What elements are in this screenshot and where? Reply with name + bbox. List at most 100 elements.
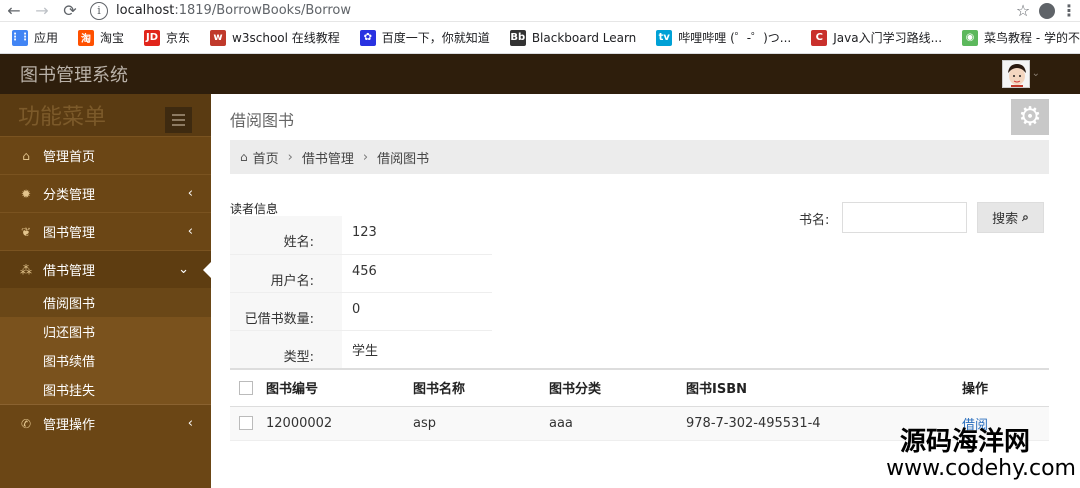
bookmark-item[interactable]: w w3school 在线教程 (210, 29, 340, 46)
back-arrow-icon[interactable]: ← (0, 0, 28, 22)
reader-row: 用户名: 456 (230, 254, 492, 293)
bookmark-label: Blackboard Learn (531, 30, 637, 45)
breadcrumb-home[interactable]: 首页 (253, 148, 279, 167)
sidebar-subitem-renew-book[interactable]: 图书续借 (0, 346, 211, 375)
table-header-row: 图书编号 图书名称 图书分类 图书ISBN 操作 (230, 368, 1049, 407)
reader-row: 已借书数量: 0 (230, 292, 492, 331)
bookmark-item[interactable]: tv 哔哩哔哩 (゜-゜)つ... (656, 29, 791, 46)
sidebar-subitem-return-book[interactable]: 归还图书 (0, 317, 211, 346)
sidebar-item-label: 借书管理 (43, 264, 96, 279)
app-header: 图书管理系统 ⌄ (0, 54, 1080, 94)
page-title: 借阅图书 (230, 111, 295, 130)
bookmark-label: Java入门学习路线... (833, 31, 943, 45)
bilibili-icon: tv (656, 29, 673, 46)
bookmark-label: 菜鸟教程 - 学的不... (984, 31, 1080, 45)
bookmark-item[interactable]: ✿ 百度一下，你就知道 (359, 29, 490, 46)
column-header: 操作 (962, 368, 1049, 407)
home-icon: ⌂ (22, 148, 30, 163)
book-category-cell: aaa (549, 406, 686, 441)
bookmark-item[interactable]: ◉ 菜鸟教程 - 学的不... (962, 29, 1080, 46)
sidebar-item-home[interactable]: ⌂ 管理首页 (0, 136, 211, 174)
row-checkbox[interactable] (239, 416, 253, 430)
reader-key: 用户名: (270, 273, 314, 289)
csdn-icon: C (811, 29, 828, 46)
runoob-icon: ◉ (962, 29, 979, 46)
book-name-cell: asp (413, 406, 549, 441)
breadcrumb-separator: › (287, 149, 293, 165)
sidebar-item-books[interactable]: ❦ 图书管理 ‹ (0, 212, 211, 250)
reader-info-label: 读者信息 (230, 202, 279, 216)
baidu-paw-icon: ✿ (359, 29, 376, 46)
app-title: 图书管理系统 (20, 65, 128, 86)
reader-key: 姓名: (283, 235, 314, 251)
sidebar-subitem-report-lost[interactable]: 图书挂失 (0, 375, 211, 404)
bookmark-star-icon[interactable]: ☆ (1010, 1, 1036, 20)
sidebar-item-label: 分类管理 (43, 188, 96, 203)
jd-icon: JD (144, 29, 161, 46)
column-header: 图书编号 (266, 368, 413, 407)
bookmark-label: 百度一下，你就知道 (381, 31, 490, 45)
column-header: 图书ISBN (686, 368, 962, 407)
forward-arrow-icon[interactable]: → (28, 0, 56, 22)
w3school-icon: w (210, 29, 227, 46)
watermark-line2: www.codehy.com (886, 456, 1076, 481)
sidebar-item-admin[interactable]: ✆ 管理操作 ‹ (0, 404, 211, 442)
leaf-icon: ❦ (20, 224, 32, 239)
site-info-icon[interactable]: i (90, 1, 108, 20)
sidebar-item-category[interactable]: ✹ 分类管理 ‹ (0, 174, 211, 212)
chevron-left-icon: ‹ (187, 186, 193, 201)
reader-info-table: 姓名: 123 用户名: 456 已借书数量: 0 类型: 学生 (230, 216, 492, 369)
search-button[interactable]: 搜索 ⌕ (977, 202, 1044, 233)
url-field[interactable]: i localhost:1819/BorrowBooks/Borrow (90, 1, 1010, 21)
reader-row: 姓名: 123 (230, 216, 492, 255)
bookmark-item[interactable]: Bb Blackboard Learn (509, 29, 637, 46)
bookmark-item[interactable]: JD 京东 (144, 29, 190, 46)
reader-row: 类型: 学生 (230, 330, 492, 369)
bookmark-item[interactable]: 淘淘宝 (78, 29, 124, 46)
reload-icon[interactable]: ⟳ (56, 0, 84, 22)
taobao-icon: 淘 (78, 29, 95, 46)
book-id-cell: 12000002 (266, 406, 413, 441)
browser-menu-icon[interactable]: ⋮ (1058, 1, 1080, 20)
watermark: 源码海洋网 www.codehy.com (886, 428, 1076, 482)
url-path: :1819/BorrowBooks/Borrow (174, 3, 351, 18)
breadcrumb: ⌂ 首页 › 借书管理 › 借阅图书 (230, 140, 1049, 174)
reader-value: 456 (342, 254, 492, 293)
settings-gear-button[interactable]: ⚙ (1011, 99, 1049, 135)
chevron-down-icon[interactable]: ⌄ (1032, 68, 1040, 79)
blackboard-icon: Bb (509, 29, 526, 46)
bookmark-item[interactable]: C Java入门学习路线... (811, 29, 942, 46)
breadcrumb-borrow-manage[interactable]: 借书管理 (302, 148, 354, 167)
reader-value: 123 (342, 216, 492, 255)
reader-value: 学生 (342, 330, 492, 369)
book-name-label: 书名: (799, 213, 830, 228)
bookmark-label: 哔哩哔哩 (゜-゜)つ... (678, 31, 792, 45)
bookmark-label: w3school 在线教程 (232, 31, 340, 45)
bookmark-item[interactable]: ⋮⋮ 应用 (10, 29, 58, 46)
url-host: localhost (116, 3, 175, 18)
avatar[interactable] (1002, 60, 1030, 88)
account-icon[interactable] (1036, 2, 1058, 20)
watermark-line1: 源码海洋网 (899, 427, 1030, 457)
gear-icon: ✹ (20, 186, 32, 201)
select-all-checkbox[interactable] (239, 380, 253, 395)
sidebar-subitem-borrow-book[interactable]: 借阅图书 (0, 288, 211, 317)
search-button-label: 搜索 (992, 212, 1019, 227)
sitemap-icon: ⁂ (20, 262, 32, 277)
sidebar-toggle-button[interactable] (165, 107, 192, 133)
chevron-left-icon: ‹ (187, 224, 193, 239)
sidebar-item-borrow[interactable]: ⁂ 借书管理 ⌄ (0, 250, 211, 288)
column-header: 图书分类 (549, 368, 686, 407)
book-name-search-input[interactable] (842, 202, 967, 233)
reader-key: 已借书数量: (244, 311, 314, 327)
bookmark-label: 淘宝 (100, 31, 125, 45)
sidebar-item-label: 管理操作 (43, 418, 96, 433)
sidebar-submenu: 借阅图书 归还图书 图书续借 图书挂失 (0, 288, 211, 404)
bookmarks-bar: ⋮⋮ 应用 淘淘宝 JD 京东 w w3school 在线教程 ✿ 百度一下，你就知道 Bb Bla… (0, 22, 1080, 54)
chevron-left-icon: ‹ (187, 416, 193, 431)
browser-address-bar: ← → ⟳ i localhost:1819/BorrowBooks/Borro… (0, 0, 1080, 22)
breadcrumb-current: 借阅图书 (377, 151, 430, 167)
search-icon: ⌕ (1022, 210, 1029, 224)
phone-icon: ✆ (20, 416, 32, 431)
column-header: 图书名称 (413, 368, 549, 407)
